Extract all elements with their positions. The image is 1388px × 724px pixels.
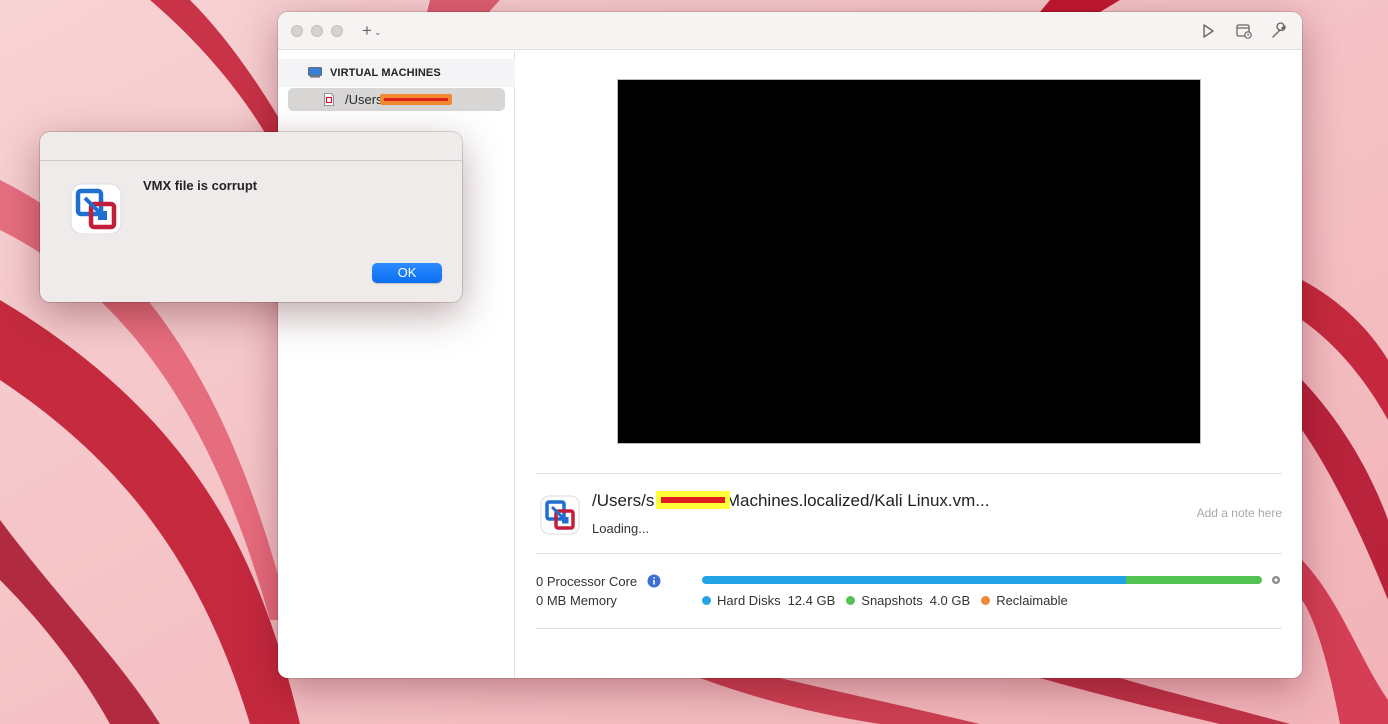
snapshot-icon[interactable] bbox=[1234, 22, 1254, 40]
window-toolbar: + ⌄ bbox=[278, 12, 1302, 50]
reclaimable-dot bbox=[981, 596, 991, 605]
zoom-window-button[interactable] bbox=[331, 25, 343, 37]
vmware-fusion-icon bbox=[70, 183, 122, 235]
hard-disks-segment bbox=[702, 576, 1126, 584]
minimize-window-button[interactable] bbox=[311, 25, 323, 37]
sidebar-item-kali-vm[interactable]: /Users/s h/Virt... bbox=[288, 88, 505, 111]
vm-screen-preview[interactable] bbox=[618, 80, 1200, 443]
info-icon[interactable] bbox=[647, 574, 661, 588]
close-window-button[interactable] bbox=[291, 25, 303, 37]
alert-message: VMX file is corrupt bbox=[143, 178, 258, 193]
redaction-mark bbox=[380, 94, 452, 105]
legend-label: Reclaimable bbox=[996, 593, 1068, 608]
divider bbox=[536, 553, 1282, 554]
legend-snapshots: Snapshots 4.0 GB bbox=[846, 593, 970, 608]
legend-value: 12.4 GB bbox=[787, 593, 836, 608]
play-icon[interactable] bbox=[1198, 22, 1218, 40]
processor-core-stat: 0 Processor Core bbox=[536, 574, 638, 589]
hard-disks-dot bbox=[702, 596, 711, 605]
vm-path-title: /Users/s h/Virtual Machines.localized/Ka… bbox=[592, 491, 990, 510]
legend-value: 4.0 GB bbox=[929, 593, 971, 608]
sidebar-section-virtual-machines[interactable]: VIRTUAL MACHINES bbox=[278, 59, 515, 87]
vm-status-text: Loading... bbox=[592, 521, 650, 536]
redaction-mark bbox=[656, 491, 730, 509]
ok-button[interactable]: OK bbox=[372, 263, 442, 283]
divider bbox=[536, 628, 1282, 629]
divider bbox=[536, 473, 1282, 474]
vmware-library-window: + ⌄ VIRTUAL MACHINES /Users/s /Users/s h… bbox=[278, 12, 1302, 678]
plus-icon: + bbox=[362, 21, 372, 40]
vmware-fusion-icon bbox=[540, 495, 580, 535]
vm-detail-pane: /Users/s h/Virtual Machines.localized/Ka… bbox=[516, 51, 1302, 678]
chevron-down-icon: ⌄ bbox=[373, 26, 382, 37]
legend-reclaimable: Reclaimable bbox=[981, 593, 1068, 608]
snapshots-segment bbox=[1126, 576, 1262, 584]
reclaim-gear-icon[interactable] bbox=[1271, 575, 1281, 585]
storage-legend: Hard Disks 12.4 GB Snapshots 4.0 GB Recl… bbox=[702, 593, 1079, 608]
vm-note-field[interactable]: Add a note here bbox=[1197, 506, 1282, 520]
alert-title-strip bbox=[40, 132, 462, 161]
vmx-file-icon bbox=[324, 93, 334, 106]
memory-stat: 0 MB Memory bbox=[536, 593, 617, 608]
legend-label: Hard Disks bbox=[717, 593, 781, 608]
legend-label: Snapshots bbox=[861, 593, 923, 608]
snapshots-dot bbox=[846, 596, 856, 605]
add-vm-menu-button[interactable]: + ⌄ bbox=[362, 20, 392, 42]
wrench-icon[interactable] bbox=[1269, 22, 1289, 40]
error-alert-dialog: VMX file is corrupt OK bbox=[40, 132, 462, 302]
storage-usage-bar bbox=[702, 576, 1262, 584]
sidebar-section-label: VIRTUAL MACHINES bbox=[330, 67, 441, 79]
legend-hard-disks: Hard Disks 12.4 GB bbox=[702, 593, 835, 608]
monitor-icon bbox=[308, 67, 322, 78]
